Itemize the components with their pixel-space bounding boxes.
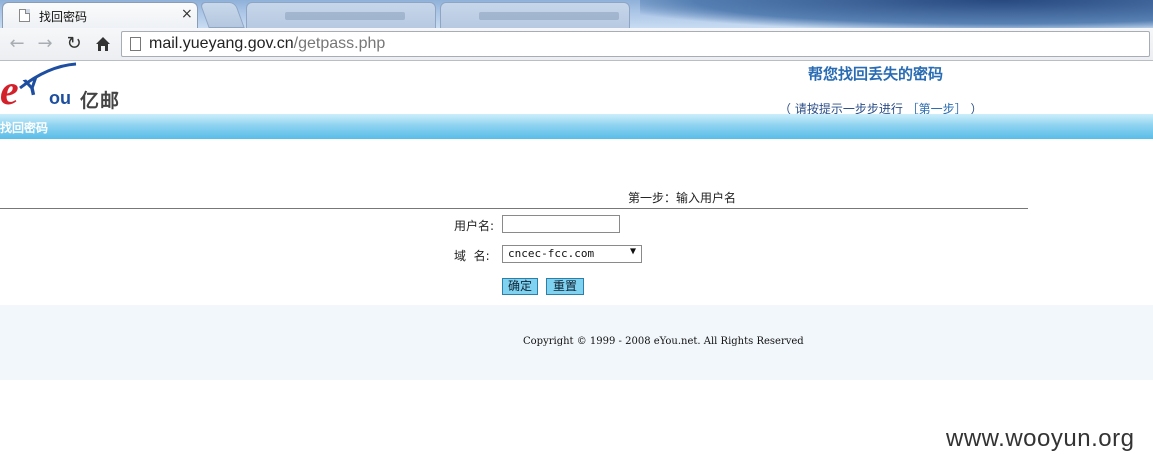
step-heading: 第一步：输入用户名	[628, 191, 737, 205]
new-tab-button[interactable]	[199, 2, 245, 28]
section-bar: 找回密码	[0, 114, 1153, 139]
username-label: 用户名:	[454, 219, 495, 233]
browser-tab-background[interactable]	[246, 2, 436, 28]
address-url[interactable]: mail.yueyang.gov.cn/getpass.php	[149, 35, 385, 53]
tab-title-blurred	[479, 12, 619, 20]
tab-title-blurred	[285, 12, 405, 20]
logo-letter-e: e	[0, 68, 19, 114]
tab-title: 找回密码	[39, 10, 88, 24]
back-arrow-icon[interactable]: ←	[6, 33, 28, 55]
browser-tabstrip: 找回密码 ×	[0, 0, 1153, 28]
browser-tab-active[interactable]: 找回密码 ×	[2, 2, 198, 28]
domain-selected-value: cncec-fcc.com	[508, 247, 595, 260]
logo-text: 亿邮	[80, 90, 121, 112]
dropdown-arrow-icon: ▼	[629, 246, 636, 257]
eyou-logo: e Y ou 亿邮	[0, 62, 130, 114]
page-title: 帮您找回丢失的密码	[808, 65, 944, 83]
watermark-text: www.wooyun.org	[946, 425, 1135, 452]
section-bar-label: 找回密码	[0, 121, 49, 135]
address-bar[interactable]: mail.yueyang.gov.cn/getpass.php	[121, 31, 1150, 57]
page-icon	[130, 37, 141, 51]
tabstrip-background	[640, 0, 1153, 28]
copyright-text: Copyright © 1999 - 2008 eYou.net. All Ri…	[523, 336, 804, 347]
username-input[interactable]	[502, 215, 620, 233]
browser-tab-background[interactable]	[440, 2, 630, 28]
domain-label: 域 名:	[454, 249, 490, 263]
browser-toolbar: ← → ↻ mail.yueyang.gov.cn/getpass.php	[0, 28, 1153, 61]
logo-letters-ou: ou	[49, 88, 71, 108]
page-icon	[19, 9, 30, 22]
confirm-button[interactable]: 确定	[502, 278, 538, 295]
home-icon[interactable]	[92, 33, 114, 55]
tab-close-icon[interactable]: ×	[181, 6, 193, 22]
forward-arrow-icon[interactable]: →	[34, 33, 56, 55]
divider	[0, 208, 1028, 209]
domain-select[interactable]: cncec-fcc.com ▼	[502, 245, 642, 263]
reload-icon[interactable]: ↻	[63, 33, 85, 55]
url-host: mail.yueyang.gov.cn	[149, 35, 294, 52]
footer: Copyright © 1999 - 2008 eYou.net. All Ri…	[0, 305, 1153, 380]
url-path: /getpass.php	[293, 35, 386, 52]
reset-button[interactable]: 重置	[546, 278, 584, 295]
